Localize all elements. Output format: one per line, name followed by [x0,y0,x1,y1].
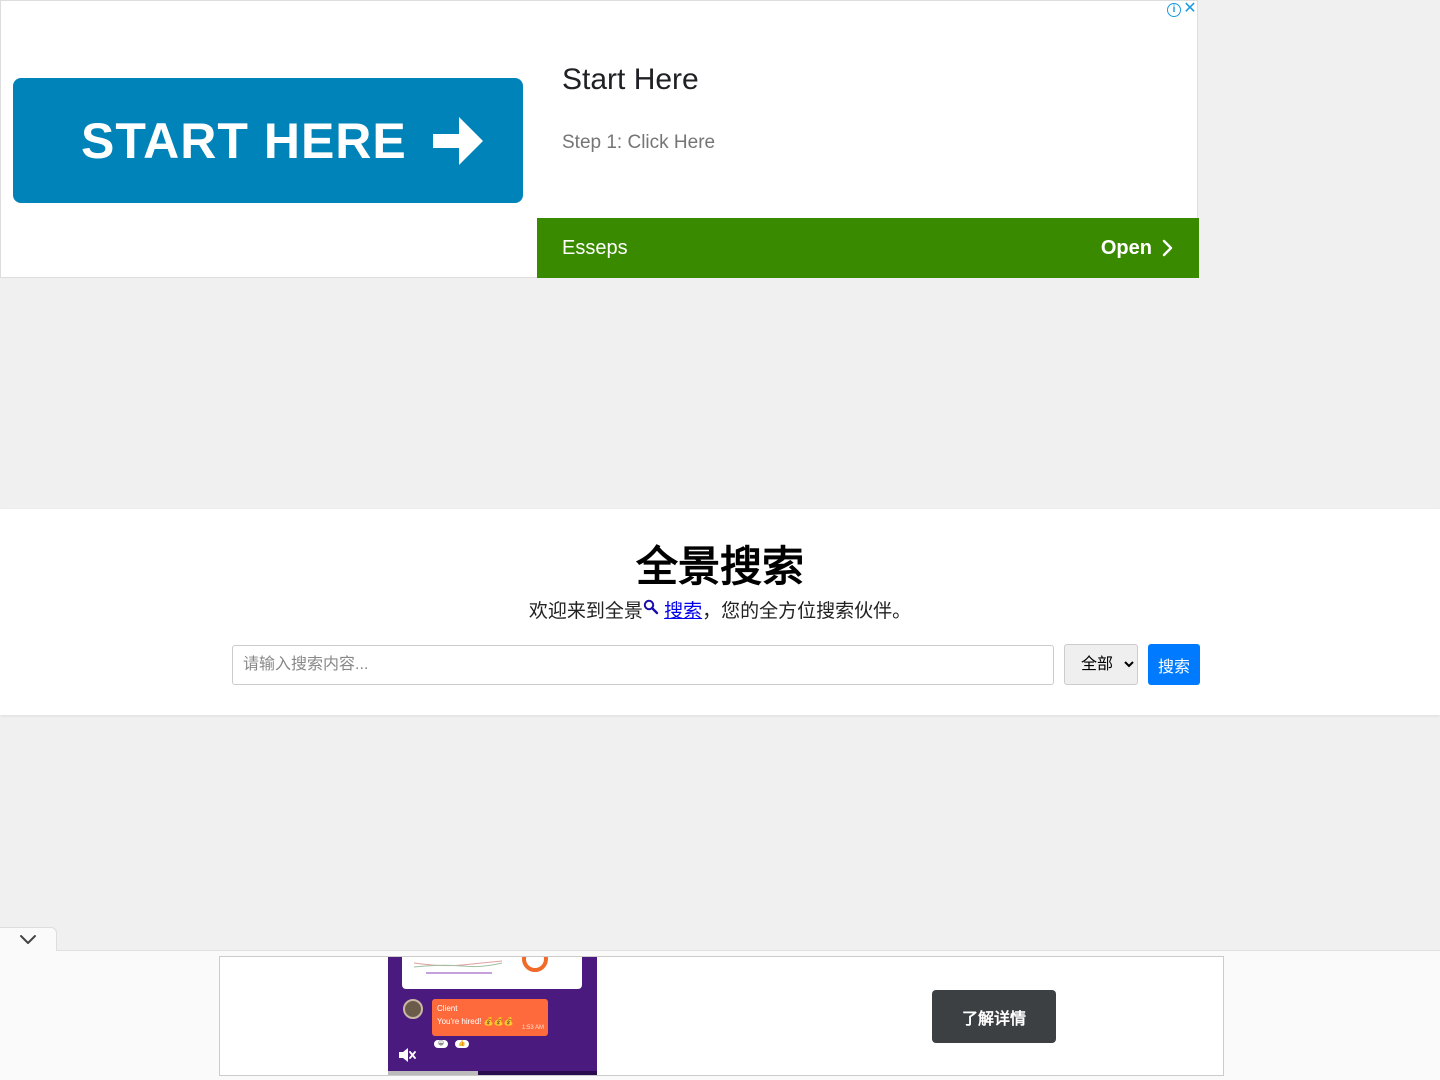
video-chart-graphic [413,957,548,974]
reaction-chip: 😀 [434,1040,448,1048]
close-icon[interactable]: ✕ [1183,1,1197,17]
ad-description: Step 1: Click Here [562,132,716,153]
category-select[interactable]: 全部 [1064,644,1138,685]
chat-reactions: 😀 👍 [434,1040,469,1048]
search-button[interactable]: 搜索 [1148,644,1200,685]
ad-video[interactable]: Client You're hired! 💰💰💰 1:53 AM 😀 👍 [388,957,597,1075]
chat-sender: Client [437,1004,458,1013]
chat-time: 1:53 AM [521,1025,544,1031]
page-title: 全景搜索 [635,543,804,590]
mute-icon[interactable] [397,1046,417,1064]
tagline: 欢迎来到全景 搜索，您的全方位搜索伙伴。 [0,596,1440,623]
ad-banner-text: START HERE [81,112,407,169]
tagline-suffix: ，您的全方位搜索伙伴。 [702,601,912,622]
ad-open-label: Open [1100,236,1152,259]
ad-banner-start-here[interactable]: START HERE [13,78,523,203]
anchor-ad: Client You're hired! 💰💰💰 1:53 AM 😀 👍 了解详… [219,956,1224,1076]
ad-advertiser: Esseps [562,236,628,259]
tagline-prefix: 欢迎来到全景 [528,601,643,622]
search-section: 全景搜索 欢迎来到全景 搜索，您的全方位搜索伙伴。 全部 搜索 [0,509,1440,715]
search-icon [643,599,659,615]
learn-more-button[interactable]: 了解详情 [932,990,1056,1043]
video-progress-fill [388,1071,478,1075]
search-input[interactable] [232,645,1054,685]
chat-bubble: Client You're hired! 💰💰💰 1:53 AM [432,999,548,1036]
info-icon[interactable]: i [1167,3,1181,17]
video-chart-card [402,957,582,989]
ad-open-button[interactable]: Open [1101,237,1174,260]
ad-text-panel[interactable]: Start Here Step 1: Click Here i ✕ [537,1,1199,218]
chevron-down-icon [20,934,36,944]
reaction-chip: 👍 [455,1040,469,1048]
collapse-ad-button[interactable] [0,927,57,951]
chevron-right-icon [1162,239,1173,257]
top-ad: START HERE Start Here Step 1: Click Here… [0,0,1199,278]
avatar [403,999,423,1019]
video-progress-bar[interactable] [388,1071,597,1075]
tagline-search-link[interactable]: 搜索 [664,601,702,622]
ad-title[interactable]: Start Here [562,63,699,97]
arrow-right-icon [433,116,483,165]
ad-footer[interactable]: Esseps Open [537,218,1199,278]
